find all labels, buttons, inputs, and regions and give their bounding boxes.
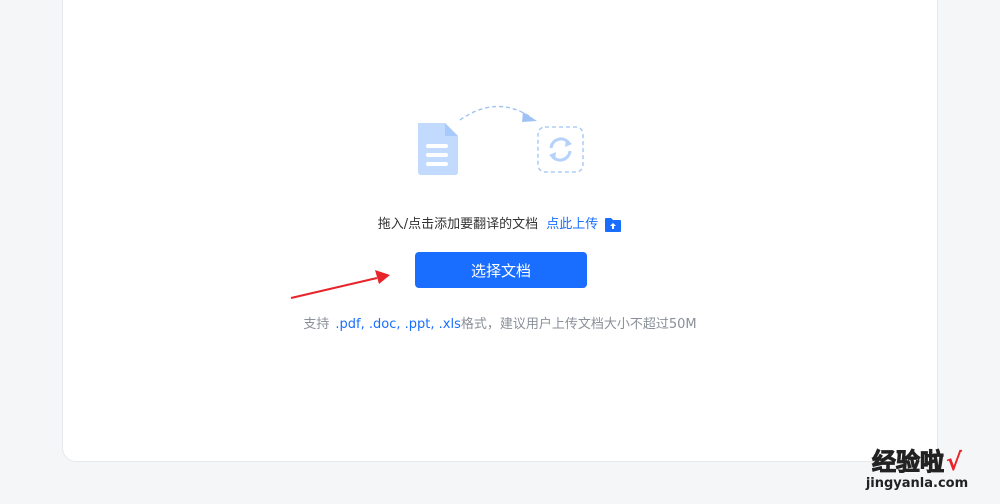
watermark-title: 经验啦√ (852, 448, 982, 477)
format-support-text: 支持 .pdf, .doc, .ppt, .xls格式，建议用户上传文档大小不超过… (0, 316, 1000, 334)
select-document-button[interactable]: 选择文档 (415, 252, 587, 288)
convert-refresh-icon (537, 126, 584, 173)
upload-hint-text: 拖入/点击添加要翻译的文档 (377, 217, 539, 232)
format-suffix: 格式，建议用户上传文档大小不超过50M (460, 317, 697, 332)
format-list: .pdf, .doc, .ppt, .xls (335, 317, 461, 332)
red-arrow-annotation (290, 270, 390, 299)
checkmark-icon: √ (945, 448, 962, 476)
watermark-title-text: 经验啦 (871, 448, 944, 477)
folder-upload-icon[interactable] (604, 217, 622, 233)
upload-link[interactable]: 点此上传 (546, 215, 598, 235)
dashed-arc (459, 105, 533, 121)
document-icon (418, 123, 458, 175)
watermark-url: jingyanla.com (865, 476, 969, 491)
upload-hint-row: 拖入/点击添加要翻译的文档 点此上传 (0, 215, 1000, 236)
site-watermark: 经验啦√ jingyanla.com (852, 448, 982, 498)
upload-illustration (418, 105, 584, 175)
format-prefix: 支持 (303, 317, 330, 332)
arc-arrowhead (522, 112, 537, 122)
